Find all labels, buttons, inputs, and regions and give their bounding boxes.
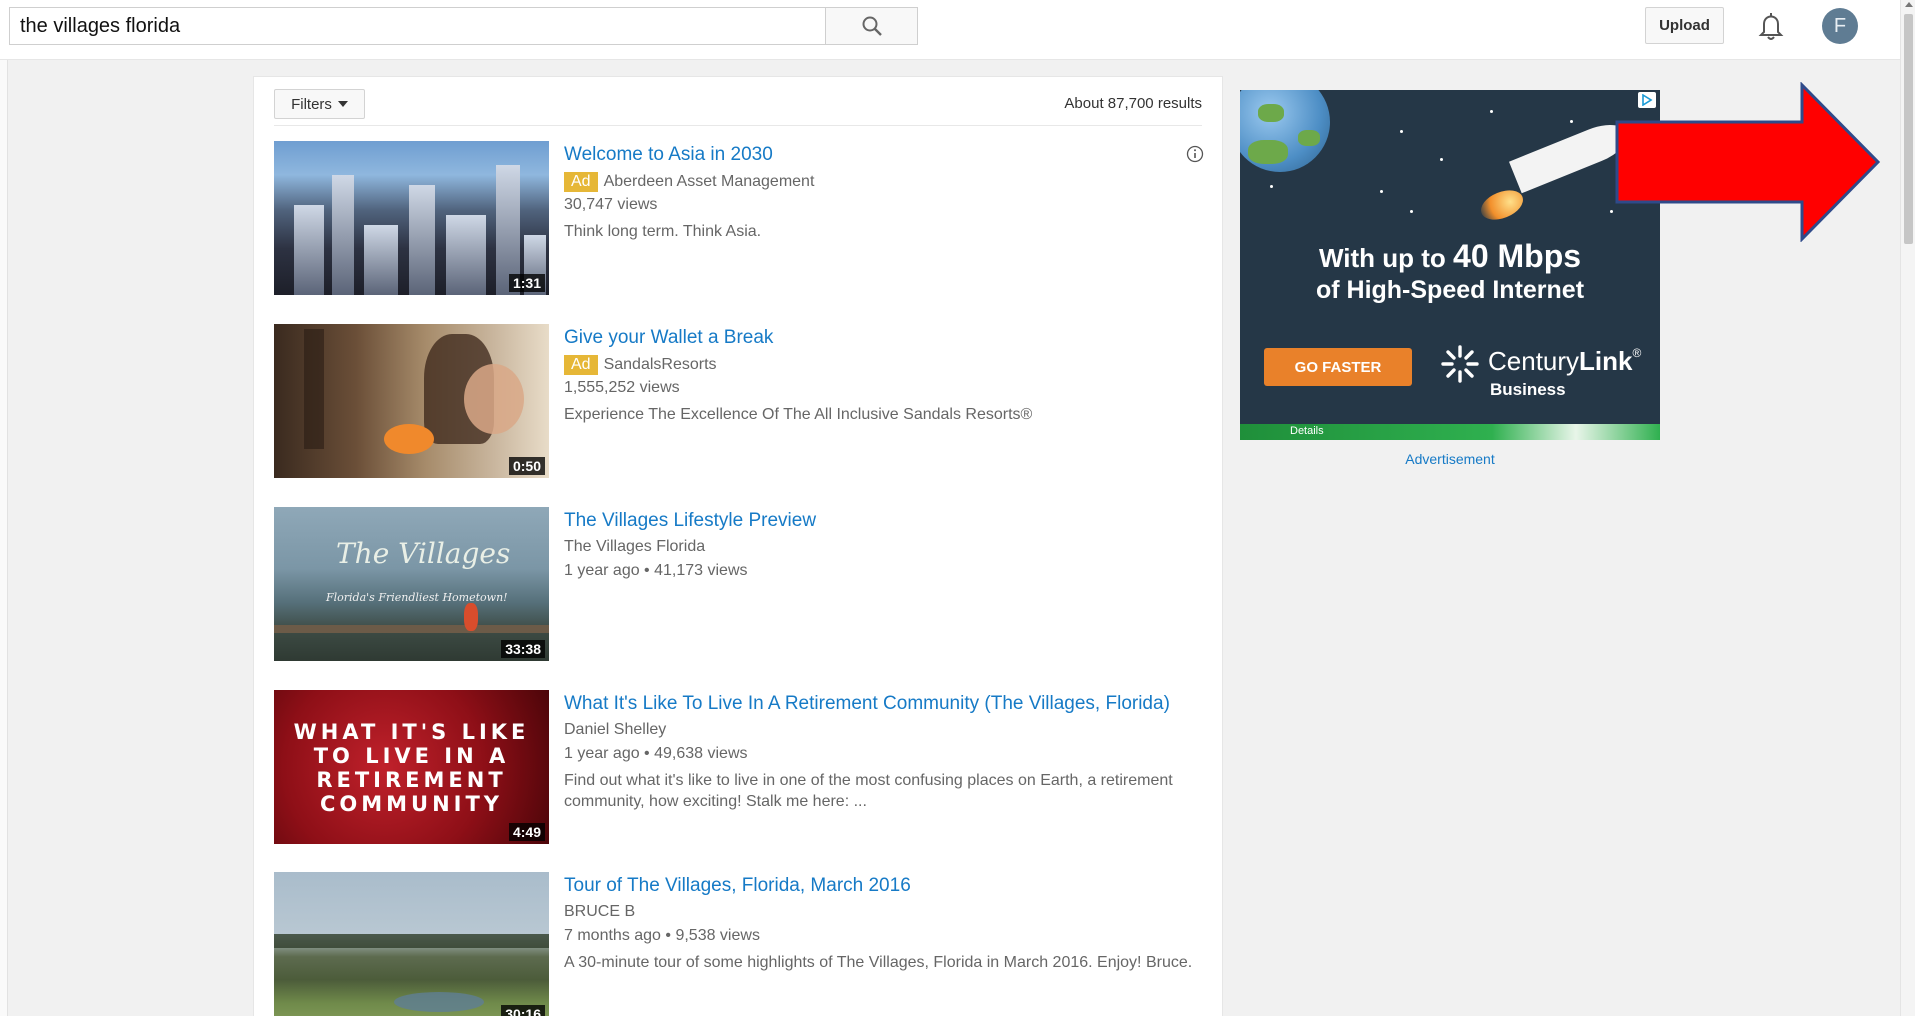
video-meta: 1 year ago • 41,173 views [564, 562, 748, 579]
video-title-link[interactable]: Tour of The Villages, Florida, March 201… [564, 875, 911, 897]
go-faster-button[interactable]: GO FASTER [1264, 348, 1412, 386]
filters-label: Filters [291, 95, 332, 113]
filters-button[interactable]: Filters [274, 89, 365, 119]
video-duration: 1:31 [508, 274, 545, 292]
result-item: 1:31 Welcome to Asia in 2030 Ad Aberdeen… [274, 141, 1204, 297]
avatar[interactable]: F [1822, 8, 1858, 44]
video-duration: 30:16 [501, 1005, 545, 1016]
advertisement-label: Advertisement [1405, 451, 1495, 467]
video-title-link[interactable]: Welcome to Asia in 2030 [564, 144, 773, 166]
search-input[interactable] [9, 7, 826, 45]
ad-headline-speed: 40 Mbps [1453, 238, 1582, 274]
video-thumbnail[interactable]: WHAT IT'S LIKE TO LIVE IN A RETIREMENT C… [274, 690, 549, 844]
scroll-thumb[interactable] [1904, 14, 1913, 244]
result-count: About 87,700 results [1064, 95, 1202, 112]
ad-badge: Ad [564, 172, 598, 192]
bell-icon[interactable] [1756, 10, 1786, 42]
video-title-link[interactable]: The Villages Lifestyle Preview [564, 510, 816, 532]
video-thumbnail[interactable]: 0:50 [274, 324, 549, 478]
brand-mark: ® [1632, 346, 1642, 360]
ad-brand-name: CenturyLink® [1488, 346, 1641, 377]
channel-line: Ad SandalsResorts [564, 355, 717, 375]
channel-line: BRUCE B [564, 903, 635, 921]
result-item: WHAT IT'S LIKE TO LIVE IN A RETIREMENT C… [274, 690, 1204, 846]
centurylink-logo-icon [1441, 345, 1479, 383]
ad-details-link[interactable]: Details [1290, 425, 1324, 437]
video-title-link[interactable]: Give your Wallet a Break [564, 327, 773, 349]
rocket-flame-graphic [1476, 184, 1528, 226]
search-button[interactable] [825, 7, 918, 45]
video-description: A 30-minute tour of some highlights of T… [564, 954, 1193, 971]
caret-down-icon [337, 101, 348, 107]
channel-name[interactable]: BRUCE B [564, 903, 635, 921]
result-item: 0:50 Give your Wallet a Break Ad Sandals… [274, 324, 1204, 480]
result-item: The Villages Florida's Friendliest Homet… [274, 507, 1204, 663]
thumbnail-subtext: Florida's Friendliest Hometown! [326, 591, 508, 604]
scroll-up-icon[interactable] [1905, 2, 1913, 7]
page-scrollbar[interactable] [1900, 0, 1915, 1016]
info-icon[interactable] [1186, 145, 1204, 163]
video-thumbnail[interactable]: 1:31 [274, 141, 549, 295]
ad-headline: With up to 40 Mbps [1240, 238, 1660, 275]
upload-button[interactable]: Upload [1645, 7, 1724, 44]
video-description: Think long term. Think Asia. [564, 223, 762, 240]
channel-line: The Villages Florida [564, 538, 705, 556]
ad-subheadline: of High-Speed Internet [1315, 276, 1585, 304]
video-thumbnail[interactable]: 30:16 [274, 872, 549, 1016]
masthead: Upload F [0, 0, 1900, 60]
video-meta: 1 year ago • 49,638 views [564, 745, 748, 762]
search-icon [862, 16, 882, 36]
channel-line: Ad Aberdeen Asset Management [564, 172, 814, 192]
channel-name[interactable]: Daniel Shelley [564, 721, 666, 739]
video-meta: 7 months ago • 9,538 views [564, 927, 760, 944]
video-meta: 30,747 views [564, 196, 658, 213]
channel-name[interactable]: SandalsResorts [604, 356, 717, 374]
video-duration: 0:50 [508, 457, 545, 475]
video-thumbnail[interactable]: The Villages Florida's Friendliest Homet… [274, 507, 549, 661]
video-title-link[interactable]: What It's Like To Live In A Retirement C… [564, 693, 1170, 715]
video-meta: 1,555,252 views [564, 379, 680, 396]
divider [274, 125, 1202, 126]
brand-suffix: Link [1579, 346, 1633, 376]
sidebar-ad[interactable]: With up to 40 Mbps of High-Speed Interne… [1240, 90, 1660, 440]
results-panel: Filters About 87,700 results 1:31 Welcom… [253, 76, 1223, 1016]
video-duration: 33:38 [501, 640, 545, 658]
video-description: Experience The Excellence Of The All Inc… [564, 406, 1033, 423]
video-description: Find out what it's like to live in one o… [564, 772, 1173, 810]
brand-prefix: Century [1488, 346, 1580, 376]
ad-brand-sub: Business [1490, 380, 1566, 399]
ad-headline-prefix: With up to [1318, 243, 1446, 273]
channel-name[interactable]: The Villages Florida [564, 538, 705, 556]
thumbnail-text: The Villages [336, 537, 511, 570]
video-duration: 4:49 [508, 823, 545, 841]
channel-name[interactable]: Aberdeen Asset Management [604, 173, 815, 191]
thumbnail-text: WHAT IT'S LIKE TO LIVE IN A RETIREMENT C… [293, 720, 530, 816]
result-item: 30:16 Tour of The Villages, Florida, Mar… [274, 872, 1204, 1016]
red-arrow-annotation [1615, 82, 1881, 242]
ad-badge: Ad [564, 355, 598, 375]
channel-line: Daniel Shelley [564, 721, 666, 739]
guide-edge [0, 60, 8, 1016]
